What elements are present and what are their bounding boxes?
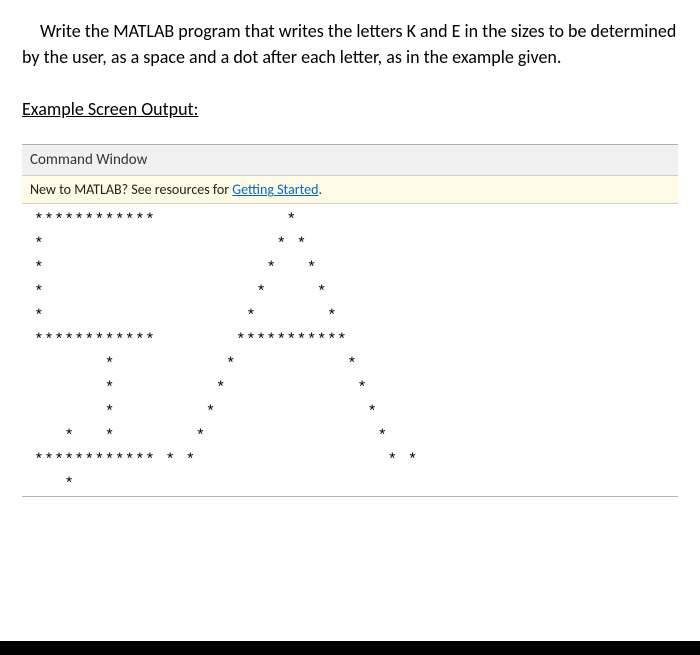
ascii-art-output: ************ * * * * * * * * * * * * * *… (22, 204, 678, 496)
matlab-getting-started-banner: New to MATLAB? See resources for Getting… (22, 176, 678, 204)
command-window-title: Command Window (22, 145, 678, 176)
banner-suffix: . (319, 181, 323, 198)
command-window-panel: Command Window New to MATLAB? See resour… (22, 144, 678, 497)
getting-started-link[interactable]: Getting Started (232, 181, 318, 198)
problem-instruction: Write the MATLAB program that writes the… (22, 18, 678, 70)
bottom-black-bar (0, 641, 700, 655)
example-output-heading: Example Screen Output: (22, 98, 678, 120)
banner-prefix: New to MATLAB? See resources for (30, 181, 232, 198)
